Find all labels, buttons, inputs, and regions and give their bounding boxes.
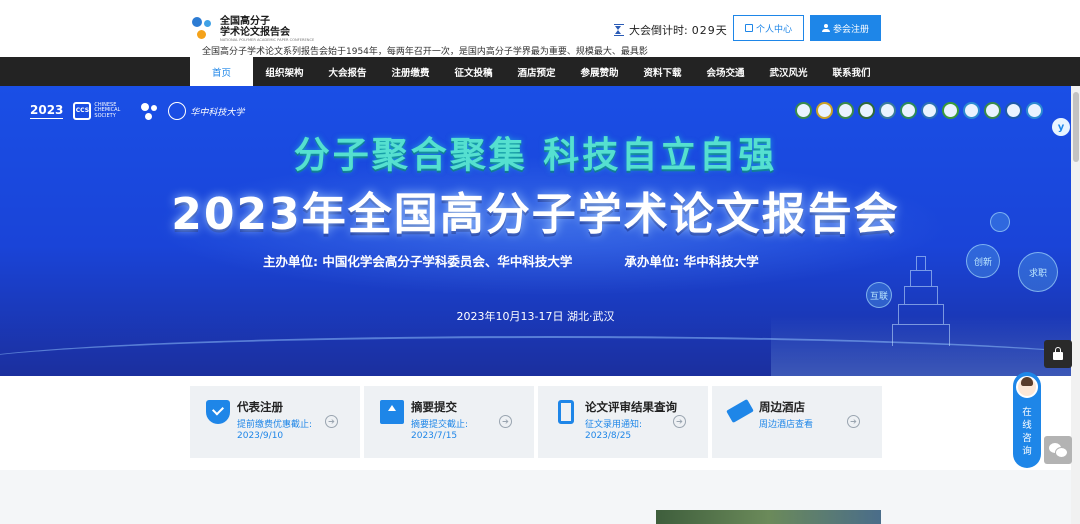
bubble-connect: 互联 [866, 282, 892, 308]
ccs-logo: CCS CHINESE CHEMICAL SOCIETY [73, 102, 130, 120]
agent-avatar [1016, 376, 1038, 398]
organizers: 主办单位: 中国化学会高分子学科委员会、华中科技大学 承办单位: 华中科技大学 [263, 251, 759, 270]
countdown: 大会倒计时: 029天 [614, 22, 728, 38]
nav-item-1[interactable]: 组织架构 [253, 57, 316, 86]
university-logo-icon [963, 102, 980, 119]
card-subtitle: 征文录用通知: [585, 420, 643, 430]
countdown-value: 029天 [691, 24, 728, 37]
card-title: 摘要提交 [411, 400, 457, 414]
upload-icon [380, 400, 404, 424]
logo-2023: 2023 [30, 103, 64, 119]
quick-links: 代表注册 提前缴费优惠截止: 2023/9/10 ➔ 摘要提交 摘要提交截止: … [0, 376, 1071, 470]
wechat-icon[interactable] [1044, 436, 1072, 464]
lock-icon [1053, 347, 1063, 360]
university-logo-icon [984, 102, 1001, 119]
molecule-logo-icon [140, 102, 158, 120]
arrow-right-icon[interactable]: ➔ [847, 415, 860, 428]
shield-check-icon [206, 400, 230, 424]
main-nav: 首页 组织架构 大会报告 注册缴费 征文投稿 酒店预定 参展赞助 资料下载 会场交通 武汉风光 联系… [0, 57, 1080, 86]
hust-name: 华中科技大学 [190, 107, 245, 118]
nav-item-5[interactable]: 酒店预定 [505, 57, 568, 86]
molecule-logo-icon [190, 15, 216, 43]
card-date: 2023/7/15 [411, 431, 458, 441]
university-logo-icon [1026, 102, 1043, 119]
ccs-name: CHINESE CHEMICAL SOCIETY [94, 101, 121, 119]
nav-item-9[interactable]: 武汉风光 [757, 57, 820, 86]
card-abstract[interactable]: 摘要提交 摘要提交截止: 2023/7/15 ➔ [364, 386, 534, 458]
university-logo-icon [900, 102, 917, 119]
intro-text: 全国高分子学术论文系列报告会始于1954年，每两年召开一次，是国内高分子学界最为… [202, 47, 648, 57]
card-hotels[interactable]: 周边酒店 周边酒店查看 ➔ [712, 386, 882, 458]
phone-icon [558, 400, 574, 424]
university-logo-icon [816, 102, 833, 119]
university-logo-icon [795, 102, 812, 119]
bubble-job: 求职 [1018, 252, 1058, 292]
ticket-icon [726, 398, 754, 424]
nav-item-0[interactable]: 首页 [190, 57, 253, 86]
personal-center-label: 个人中心 [755, 24, 792, 35]
user-card-icon [744, 24, 753, 32]
hero-banner: 2023 CCS CHINESE CHEMICAL SOCIETY 华中科技大学… [0, 86, 1071, 376]
university-logo-icon [879, 102, 896, 119]
banner-slogan: 分子聚合聚集 科技自立自强 [293, 135, 778, 176]
online-consult-button[interactable]: 在线咨询 [1013, 372, 1041, 468]
university-logo-icon [858, 102, 875, 119]
nav-item-7[interactable]: 资料下载 [631, 57, 694, 86]
card-date: 2023/8/25 [585, 431, 632, 441]
university-logo-icon [921, 102, 938, 119]
nav-item-3[interactable]: 注册缴费 [379, 57, 442, 86]
hust-logo: 华中科技大学 [168, 102, 244, 120]
arrow-right-icon[interactable]: ➔ [499, 415, 512, 428]
logo-title-line2: 学术论文报告会 [220, 26, 290, 38]
venue-photo [656, 510, 881, 524]
nav-item-4[interactable]: 征文投稿 [442, 57, 505, 86]
register-button[interactable]: 参会注册 [810, 15, 881, 41]
banner-title: 2023年全国高分子学术论文报告会 [171, 189, 900, 240]
university-logo-icon [942, 102, 959, 119]
city-skyline-graphic [771, 316, 1071, 376]
card-subtitle: 周边酒店查看 [759, 420, 814, 430]
card-review-results[interactable]: 论文评审结果查询 征文录用通知: 2023/8/25 ➔ [538, 386, 708, 458]
organizer-unit: 承办单位: 华中科技大学 [624, 254, 759, 269]
card-title: 论文评审结果查询 [585, 400, 677, 414]
university-logo-icon [1005, 102, 1022, 119]
intro-section [0, 470, 1071, 524]
lock-button[interactable] [1044, 340, 1072, 368]
nav-item-2[interactable]: 大会报告 [316, 57, 379, 86]
logo-subtitle: NATIONAL POLYMER ACADEMIC PAPER CONFEREN… [220, 37, 315, 42]
card-subtitle: 提前缴费优惠截止: [237, 420, 313, 430]
bubble-innovation: 创新 [966, 244, 1000, 278]
y-logo-icon[interactable]: y [1052, 118, 1070, 136]
online-consult-label: 在线咨询 [1022, 407, 1032, 457]
card-title: 周边酒店 [759, 400, 805, 414]
university-logos [795, 102, 1043, 119]
arrow-right-icon[interactable]: ➔ [673, 415, 686, 428]
card-date: 2023/9/10 [237, 431, 284, 441]
nav-item-10[interactable]: 联系我们 [820, 57, 883, 86]
hust-seal-icon [168, 102, 187, 120]
card-registration[interactable]: 代表注册 提前缴费优惠截止: 2023/9/10 ➔ [190, 386, 360, 458]
countdown-label: 大会倒计时: [629, 24, 688, 37]
hourglass-icon [614, 24, 624, 36]
nav-item-6[interactable]: 参展赞助 [568, 57, 631, 86]
scrollbar-thumb[interactable] [1073, 92, 1079, 162]
arrow-right-icon[interactable]: ➔ [325, 415, 338, 428]
card-subtitle: 摘要提交截止: [411, 420, 469, 430]
personal-center-button[interactable]: 个人中心 [733, 15, 804, 41]
university-logo-icon [837, 102, 854, 119]
logo-title-line1: 全国高分子 [220, 15, 270, 27]
host-unit: 主办单位: 中国化学会高分子学科委员会、华中科技大学 [263, 254, 573, 269]
ccs-logo-icon: CCS [73, 102, 92, 120]
site-logo[interactable]: 全国高分子 学术论文报告会 NATIONAL POLYMER ACADEMIC … [190, 12, 320, 46]
banner-logos: 2023 CCS CHINESE CHEMICAL SOCIETY 华中科技大学 [30, 102, 244, 120]
nav-item-8[interactable]: 会场交通 [694, 57, 757, 86]
person-icon [821, 24, 830, 32]
card-title: 代表注册 [237, 400, 283, 414]
register-label: 参会注册 [832, 24, 869, 35]
bubble-small [990, 212, 1010, 232]
